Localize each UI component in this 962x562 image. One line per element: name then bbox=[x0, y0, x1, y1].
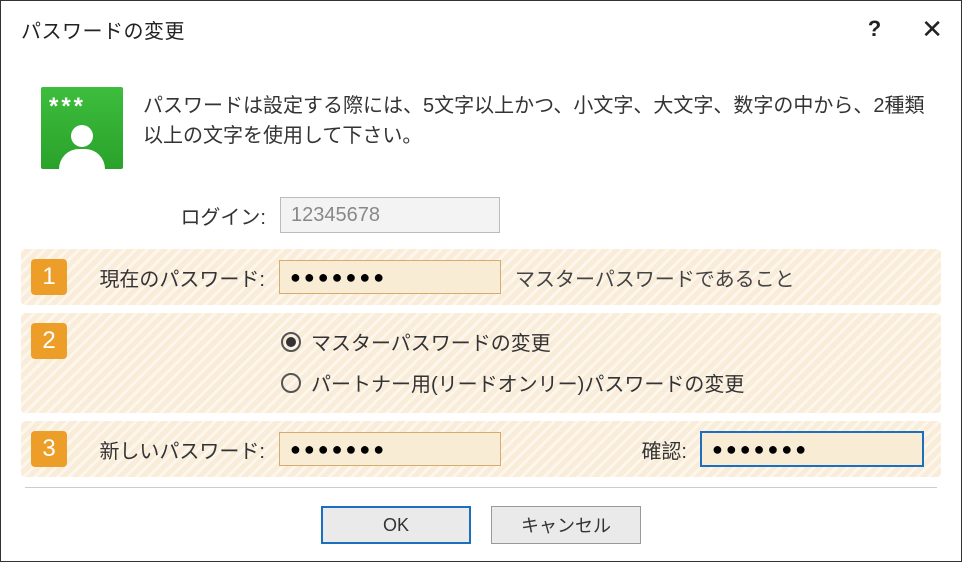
login-label: ログイン: bbox=[171, 201, 266, 230]
close-icon[interactable]: ✕ bbox=[921, 16, 943, 42]
window-title: パスワードの変更 bbox=[21, 15, 868, 44]
instructions-text: パスワードは設定する際には、5文字以上かつ、小文字、大文字、数字の中から、2種類… bbox=[143, 87, 941, 151]
content-area: *** パスワードは設定する際には、5文字以上かつ、小文字、大文字、数字の中から… bbox=[1, 57, 961, 554]
step-badge-1: 1 bbox=[31, 259, 67, 295]
radio-unchecked-icon bbox=[281, 373, 301, 393]
ok-button[interactable]: OK bbox=[321, 506, 471, 544]
new-password-label: 新しいパスワード: bbox=[85, 435, 265, 464]
step-badge-3: 3 bbox=[31, 431, 67, 467]
step-1-row: 1 現在のパスワード: マスターパスワードであること bbox=[21, 249, 941, 305]
step-3-row: 3 新しいパスワード: 確認: bbox=[21, 421, 941, 477]
stars-glyph: *** bbox=[49, 93, 86, 121]
help-icon[interactable]: ? bbox=[868, 16, 881, 42]
cancel-button[interactable]: キャンセル bbox=[491, 506, 641, 544]
current-password-label: 現在のパスワード: bbox=[85, 263, 265, 292]
button-row: OK キャンセル bbox=[21, 506, 941, 544]
radio-checked-icon bbox=[281, 332, 301, 352]
new-password-input[interactable] bbox=[279, 432, 501, 466]
person-glyph bbox=[59, 125, 105, 169]
step-2-row: 2 マスターパスワードの変更 パートナー用(リードオンリー)パスワードの変更 bbox=[21, 313, 941, 413]
password-user-icon: *** bbox=[41, 87, 123, 169]
radio-partner-password[interactable]: パートナー用(リードオンリー)パスワードの変更 bbox=[281, 368, 744, 397]
radio-partner-label: パートナー用(リードオンリー)パスワードの変更 bbox=[311, 368, 744, 397]
confirm-password-input[interactable] bbox=[701, 432, 923, 466]
radio-master-label: マスターパスワードの変更 bbox=[311, 327, 551, 356]
confirm-password-label: 確認: bbox=[627, 435, 687, 464]
titlebar: パスワードの変更 ? ✕ bbox=[1, 1, 961, 57]
login-row: ログイン: bbox=[171, 197, 941, 233]
current-password-hint: マスターパスワードであること bbox=[515, 263, 795, 292]
radio-master-password[interactable]: マスターパスワードの変更 bbox=[281, 327, 744, 356]
divider bbox=[25, 487, 937, 488]
header-row: *** パスワードは設定する際には、5文字以上かつ、小文字、大文字、数字の中から… bbox=[21, 87, 941, 169]
login-input bbox=[280, 197, 500, 233]
current-password-input[interactable] bbox=[279, 260, 501, 294]
step-badge-2: 2 bbox=[31, 323, 67, 359]
